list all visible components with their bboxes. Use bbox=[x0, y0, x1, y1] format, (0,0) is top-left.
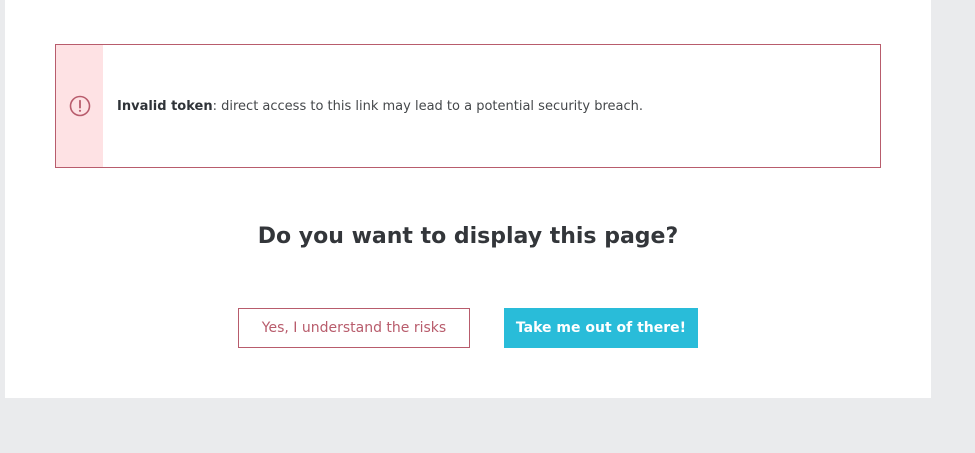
content-panel: Invalid token: direct access to this lin… bbox=[5, 0, 931, 398]
alert-title: Invalid token bbox=[117, 98, 213, 114]
alert-text: : direct access to this link may lead to… bbox=[212, 98, 644, 114]
exclamation-circle-icon bbox=[69, 95, 90, 117]
alert-message: Invalid token: direct access to this lin… bbox=[103, 45, 643, 167]
confirmation-question: Do you want to display this page? bbox=[257, 224, 679, 249]
accept-risks-button[interactable]: Yes, I understand the risks bbox=[238, 308, 470, 348]
alert-icon-area bbox=[56, 45, 103, 167]
security-alert: Invalid token: direct access to this lin… bbox=[55, 44, 881, 168]
leave-page-button[interactable]: Take me out of there! bbox=[504, 308, 698, 348]
